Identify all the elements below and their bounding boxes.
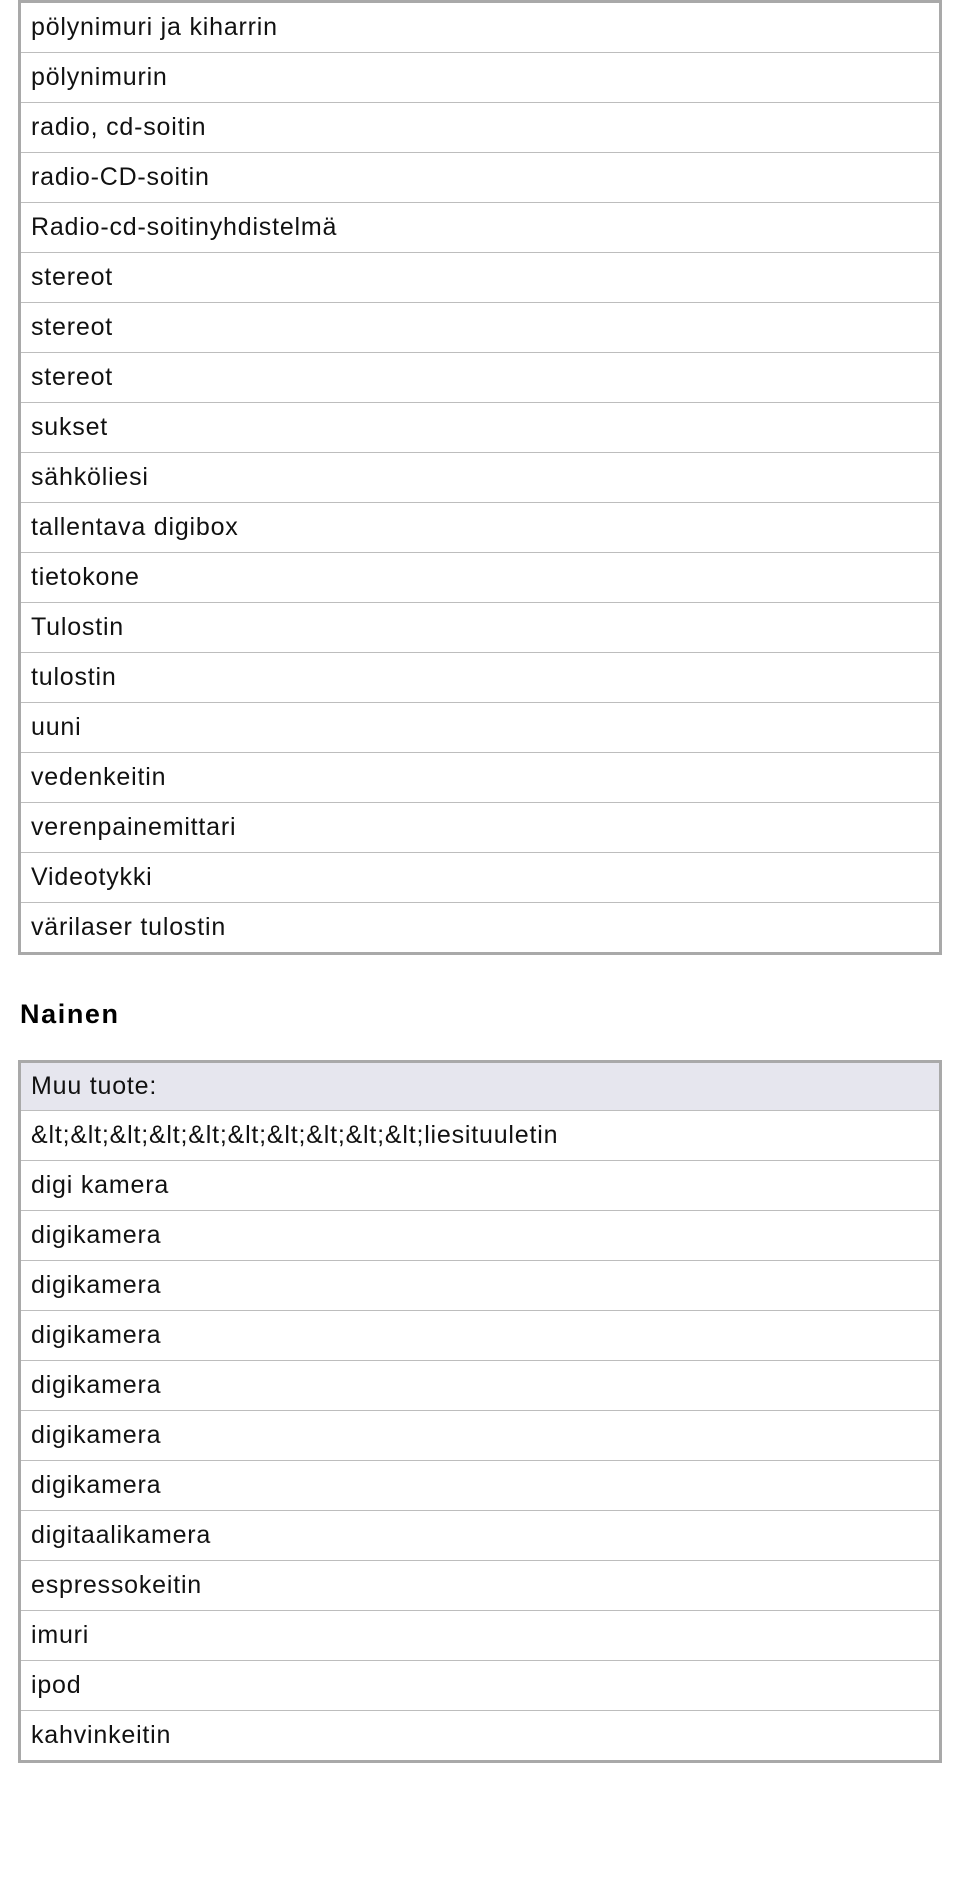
table-row: värilaser tulostin — [20, 903, 941, 954]
table-row: tallentava digibox — [20, 503, 941, 553]
table-header: Muu tuote: — [20, 1062, 941, 1111]
table-row: espressokeitin — [20, 1561, 941, 1611]
table-row: digitaalikamera — [20, 1511, 941, 1561]
table-row: Radio-cd-soitinyhdistelmä — [20, 203, 941, 253]
table-row: digikamera — [20, 1211, 941, 1261]
table-row: tulostin — [20, 653, 941, 703]
table-row: sähköliesi — [20, 453, 941, 503]
table-row: uuni — [20, 703, 941, 753]
product-table-1: pölynimuri ja kiharrin pölynimurin radio… — [18, 0, 942, 955]
table-row: stereot — [20, 253, 941, 303]
table-row: stereot — [20, 353, 941, 403]
table-row: kahvinkeitin — [20, 1711, 941, 1762]
table-row: verenpainemittari — [20, 803, 941, 853]
table-row: &lt;&lt;&lt;&lt;&lt;&lt;&lt;&lt;&lt;&lt;… — [20, 1111, 941, 1161]
page: pölynimuri ja kiharrin pölynimurin radio… — [0, 0, 960, 1803]
table-row: digikamera — [20, 1361, 941, 1411]
table-row: digi kamera — [20, 1161, 941, 1211]
table-row: digikamera — [20, 1261, 941, 1311]
table-row: pölynimuri ja kiharrin — [20, 2, 941, 53]
table-row: stereot — [20, 303, 941, 353]
table-row: sukset — [20, 403, 941, 453]
table-row: imuri — [20, 1611, 941, 1661]
table-row: radio-CD-soitin — [20, 153, 941, 203]
table-row: radio, cd-soitin — [20, 103, 941, 153]
table-row: pölynimurin — [20, 53, 941, 103]
section-heading-nainen: Nainen — [20, 999, 942, 1030]
table-row: Tulostin — [20, 603, 941, 653]
table-row: vedenkeitin — [20, 753, 941, 803]
table-row: ipod — [20, 1661, 941, 1711]
table-row: digikamera — [20, 1311, 941, 1361]
table-row: tietokone — [20, 553, 941, 603]
table-row: digikamera — [20, 1461, 941, 1511]
table-row: Videotykki — [20, 853, 941, 903]
product-table-2: Muu tuote: &lt;&lt;&lt;&lt;&lt;&lt;&lt;&… — [18, 1060, 942, 1763]
table-row: digikamera — [20, 1411, 941, 1461]
